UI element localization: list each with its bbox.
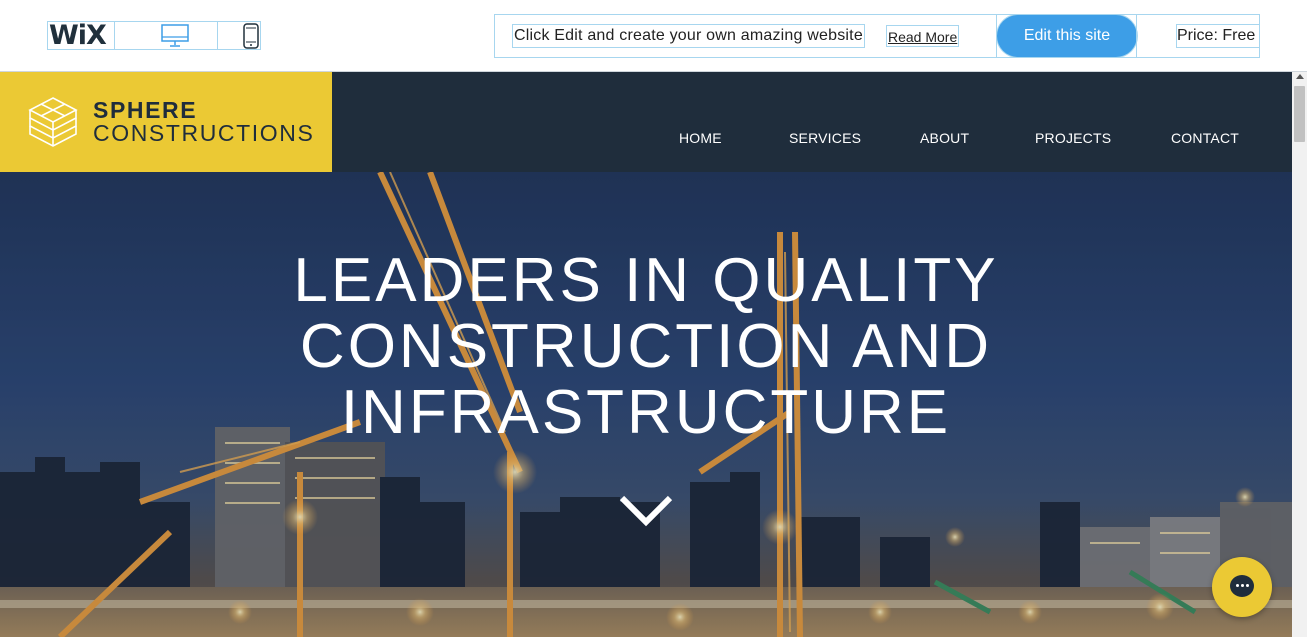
hero-section: LEADERS IN QUALITY CONSTRUCTION AND INFR…: [0, 172, 1292, 637]
wix-logo[interactable]: WiX: [49, 21, 107, 50]
scroll-thumb[interactable]: [1294, 86, 1305, 142]
chat-icon: [1230, 575, 1254, 597]
mobile-icon[interactable]: [242, 23, 260, 49]
nav-projects[interactable]: PROJECTS: [1035, 129, 1111, 147]
price-label: Price: Free: [1176, 24, 1260, 48]
promo-text: Click Edit and create your own amazing w…: [512, 24, 865, 48]
hero-title-line: LEADERS IN QUALITY: [293, 246, 999, 315]
hero-title-line: INFRASTRUCTURE: [340, 378, 952, 447]
read-more-link[interactable]: Read More: [886, 25, 960, 47]
scroll-up-arrow-icon[interactable]: [1296, 74, 1304, 79]
brand-logo-icon: [28, 97, 78, 147]
wix-logo-group: WiX: [47, 21, 261, 50]
brand-name-line1: SPHERE: [93, 97, 198, 123]
brand-name-line2: CONSTRUCTIONS: [93, 120, 315, 146]
hero-title-line: CONSTRUCTION AND: [299, 312, 993, 381]
hero-title: LEADERS IN QUALITY CONSTRUCTION AND INFR…: [0, 248, 1292, 446]
wix-top-bar: WiX Click Edit and create your own amazi…: [0, 0, 1307, 72]
nav-services[interactable]: SERVICES: [789, 129, 861, 147]
nav-about[interactable]: ABOUT: [920, 129, 969, 147]
site-header: SPHERE CONSTRUCTIONS HOME SERVICES ABOUT…: [0, 72, 1292, 172]
divider: [217, 22, 218, 49]
divider: [114, 22, 115, 49]
divider: [1136, 15, 1137, 57]
page-scrollbar[interactable]: [1292, 72, 1307, 637]
brand-block[interactable]: SPHERE CONSTRUCTIONS: [0, 72, 332, 172]
promo-banner: Click Edit and create your own amazing w…: [494, 14, 1260, 58]
chevron-down-icon[interactable]: [619, 494, 673, 528]
chat-button[interactable]: [1212, 557, 1272, 617]
nav-home[interactable]: HOME: [679, 129, 722, 147]
nav-contact[interactable]: CONTACT: [1171, 129, 1239, 147]
edit-site-button[interactable]: Edit this site: [997, 15, 1137, 57]
desktop-icon[interactable]: [161, 24, 189, 48]
